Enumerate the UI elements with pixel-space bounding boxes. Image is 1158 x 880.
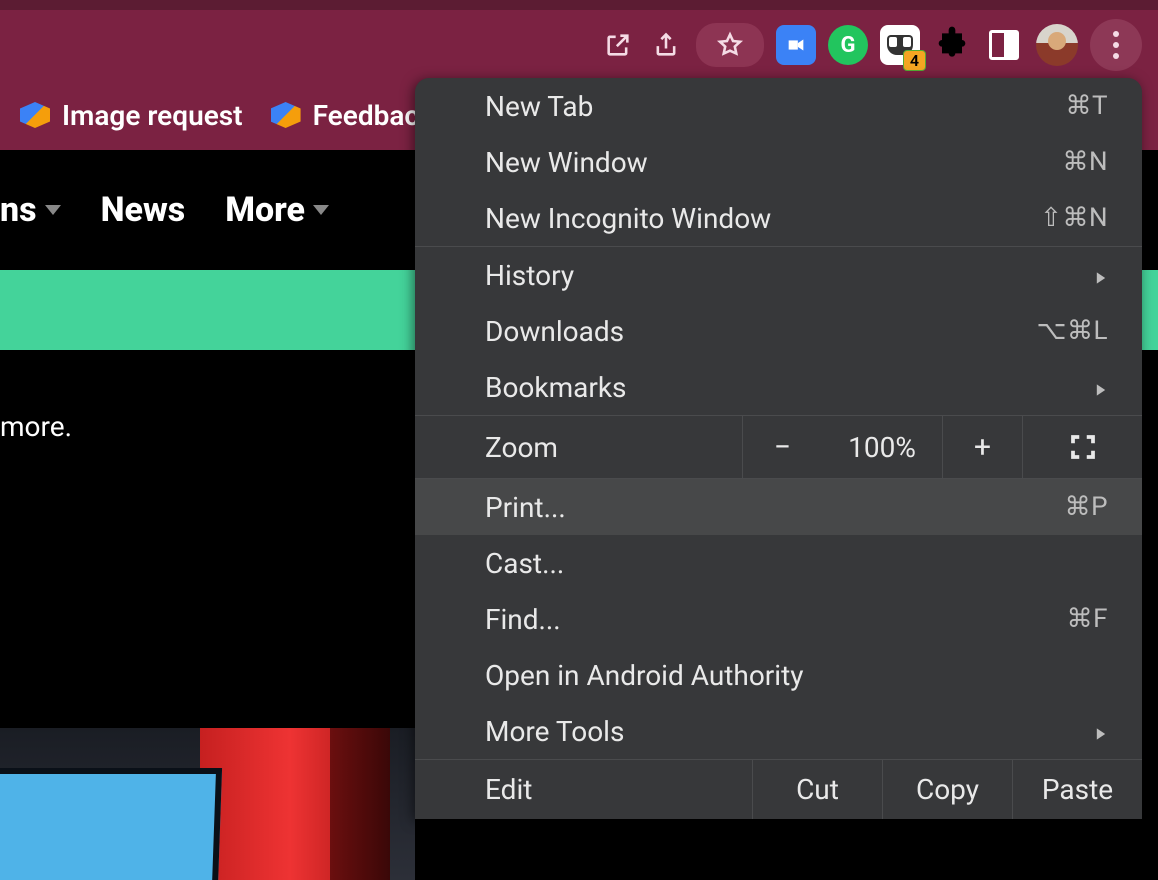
edit-paste-button[interactable]: Paste: [1012, 760, 1142, 819]
edit-copy-button[interactable]: Copy: [882, 760, 1012, 819]
menu-label: New Incognito Window: [485, 202, 771, 235]
menu-label: Edit: [415, 760, 752, 819]
star-icon: [712, 27, 748, 63]
menu-label: Open in Android Authority: [485, 659, 804, 692]
menu-item-cast[interactable]: Cast...: [415, 535, 1142, 591]
bookmark-item[interactable]: Feedback: [271, 99, 434, 132]
menu-shortcut: ⌘F: [1067, 604, 1108, 634]
submenu-arrow-icon: [1094, 715, 1108, 748]
fullscreen-button[interactable]: [1022, 416, 1142, 478]
site-nav-item[interactable]: More: [225, 190, 329, 230]
menu-item-downloads[interactable]: Downloads ⌥⌘L: [415, 303, 1142, 359]
site-nav-item[interactable]: News: [101, 190, 186, 230]
browser-toolbar: G 4: [0, 10, 1158, 80]
menu-shortcut: ⌘T: [1065, 91, 1108, 121]
zoom-out-button[interactable]: −: [742, 416, 822, 478]
window-titlebar: [0, 0, 1158, 10]
extension-zoom-icon[interactable]: [776, 25, 816, 65]
menu-edit-row: Edit Cut Copy Paste: [415, 759, 1142, 819]
submenu-arrow-icon: [1094, 259, 1108, 292]
zoom-in-button[interactable]: +: [942, 416, 1022, 478]
chrome-overflow-menu: New Tab ⌘T New Window ⌘N New Incognito W…: [415, 78, 1142, 819]
menu-label: Downloads: [485, 315, 624, 348]
menu-shortcut: ⇧⌘N: [1040, 203, 1108, 233]
menu-item-more-tools[interactable]: More Tools: [415, 703, 1142, 759]
menu-label: New Window: [485, 146, 648, 179]
menu-item-new-tab[interactable]: New Tab ⌘T: [415, 78, 1142, 134]
edit-cut-button[interactable]: Cut: [752, 760, 882, 819]
side-panel-icon[interactable]: [984, 25, 1024, 65]
site-nav-item[interactable]: ns: [0, 190, 61, 230]
menu-item-bookmarks[interactable]: Bookmarks: [415, 359, 1142, 415]
bookmark-favicon-icon: [271, 102, 301, 128]
menu-shortcut: ⌘N: [1062, 147, 1108, 177]
menu-item-open-in-app[interactable]: Open in Android Authority: [415, 647, 1142, 703]
extensions-puzzle-icon[interactable]: [932, 25, 972, 65]
extension-privacy-badger-icon[interactable]: 4: [880, 25, 920, 65]
nav-label: More: [225, 190, 305, 230]
menu-zoom-row: Zoom − 100% +: [415, 415, 1142, 479]
open-external-icon[interactable]: [600, 27, 636, 63]
article-image: [0, 728, 415, 880]
menu-item-print[interactable]: Print... ⌘P: [415, 479, 1142, 535]
bookmark-item[interactable]: Image request: [20, 99, 243, 132]
nav-label-partial: ns: [0, 190, 37, 230]
menu-item-find[interactable]: Find... ⌘F: [415, 591, 1142, 647]
menu-item-new-incognito[interactable]: New Incognito Window ⇧⌘N: [415, 190, 1142, 246]
extension-badge: 4: [903, 50, 926, 71]
menu-label: More Tools: [485, 715, 624, 748]
menu-shortcut: ⌥⌘L: [1037, 316, 1108, 346]
chrome-menu-button[interactable]: [1090, 19, 1142, 71]
menu-item-new-window[interactable]: New Window ⌘N: [415, 134, 1142, 190]
chevron-down-icon: [313, 205, 329, 215]
menu-label: Find...: [485, 603, 561, 636]
menu-label: New Tab: [485, 90, 593, 123]
menu-shortcut: ⌘P: [1065, 492, 1108, 522]
menu-label: Print...: [485, 491, 566, 524]
menu-label: Bookmarks: [485, 371, 627, 404]
bookmark-favicon-icon: [20, 102, 50, 128]
menu-label: Zoom: [415, 416, 742, 478]
menu-label: Cast...: [485, 547, 564, 580]
bookmark-star-pill[interactable]: [696, 23, 764, 67]
submenu-arrow-icon: [1094, 371, 1108, 404]
chevron-down-icon: [45, 205, 61, 215]
menu-label: History: [485, 259, 574, 292]
profile-avatar[interactable]: [1036, 24, 1078, 66]
zoom-value: 100%: [822, 416, 942, 478]
share-icon[interactable]: [648, 27, 684, 63]
nav-label: News: [101, 190, 186, 230]
bookmark-label: Image request: [62, 99, 243, 132]
extension-grammarly-icon[interactable]: G: [828, 25, 868, 65]
menu-item-history[interactable]: History: [415, 247, 1142, 303]
